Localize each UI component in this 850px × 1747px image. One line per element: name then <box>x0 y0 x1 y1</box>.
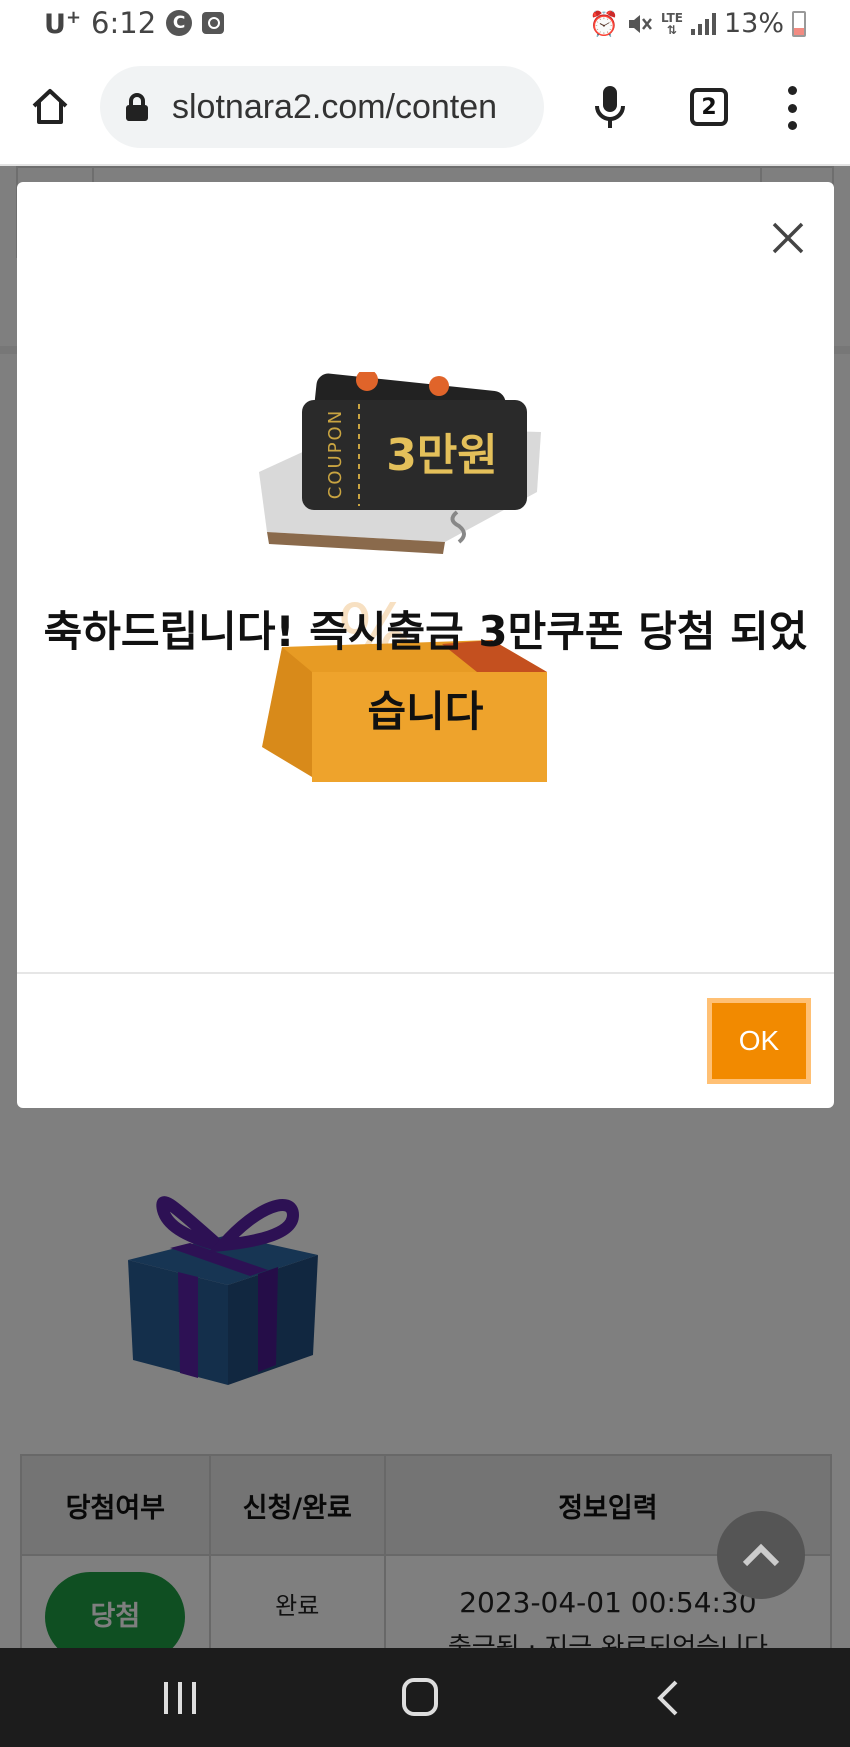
mute-icon <box>628 14 652 33</box>
battery-icon <box>792 10 806 37</box>
notification-icon <box>202 12 225 34</box>
prize-modal: COUPON 3만원 % 축하드립니다! 즉시출금 3만쿠폰 당첨 되었습니다 … <box>17 182 834 1108</box>
network-type: LTE ⇅ <box>660 10 683 37</box>
coupon-amount: 3만원 <box>386 430 498 481</box>
kebab-menu-icon[interactable] <box>782 86 802 130</box>
status-left: U+ 6:12 C <box>44 6 225 40</box>
status-bar: U+ 6:12 C ⏰ LTE ⇅ 13% <box>0 0 850 50</box>
close-icon[interactable] <box>768 218 808 258</box>
microphone-icon[interactable] <box>592 84 628 132</box>
alarm-icon: ⏰ <box>589 9 619 38</box>
address-bar[interactable]: slotnara2.com/conten <box>100 66 544 148</box>
battery-percent: 13% <box>723 8 784 39</box>
home-icon[interactable] <box>30 86 70 126</box>
ok-button[interactable]: OK <box>707 998 811 1084</box>
scroll-to-top-button[interactable] <box>717 1511 805 1599</box>
congratulations-message: 축하드립니다! 즉시출금 3만쿠폰 당첨 되었습니다 <box>43 607 808 736</box>
carrier-label: U+ <box>44 6 82 40</box>
chevron-up-icon <box>742 1543 780 1567</box>
back-icon[interactable] <box>650 1678 690 1718</box>
modal-divider <box>17 972 834 974</box>
browser-toolbar: slotnara2.com/conten 2 <box>0 50 850 166</box>
tab-switcher-button[interactable]: 2 <box>690 88 728 126</box>
signal-icon <box>690 12 716 35</box>
c-circle-icon: C <box>166 10 193 36</box>
lock-icon <box>126 93 148 121</box>
home-nav-icon[interactable] <box>402 1678 438 1716</box>
status-right: ⏰ LTE ⇅ 13% <box>589 8 806 39</box>
coupon-label: COUPON <box>325 409 346 499</box>
clock: 6:12 <box>91 6 157 40</box>
recent-apps-icon[interactable] <box>164 1682 196 1714</box>
url-text: slotnara2.com/conten <box>172 87 498 126</box>
system-navigation-bar <box>0 1648 850 1747</box>
